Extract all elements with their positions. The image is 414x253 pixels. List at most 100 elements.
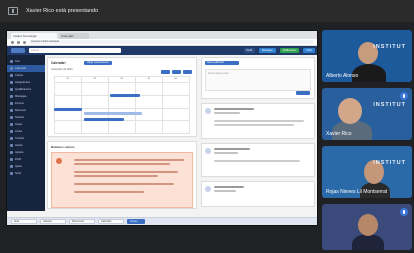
- app-header: Cercar... Perfil Missatges Notificacions…: [7, 46, 317, 55]
- calendar-cell[interactable]: [136, 121, 163, 134]
- header-button[interactable]: Perfil: [243, 48, 255, 53]
- address-bar[interactable]: campus.institut.edu/aula: [29, 40, 313, 44]
- sidebar-item-label: Ajuda: [15, 165, 22, 168]
- sidebar-item-icon: [10, 137, 13, 140]
- publish-button[interactable]: [296, 91, 310, 95]
- new-post-button[interactable]: Nova publicació: [205, 61, 239, 65]
- sidebar-item[interactable]: Inici: [7, 58, 45, 65]
- next-button[interactable]: [183, 70, 192, 74]
- presenting-label: Xavier Rico está presentando: [26, 8, 99, 14]
- sidebar-item-icon: [10, 151, 13, 154]
- calendar-cell[interactable]: [163, 121, 190, 134]
- post-textarea[interactable]: Escriu alguna cosa...: [205, 69, 311, 91]
- main-content: Calendari Afegir esdeveniment novembre d…: [47, 57, 197, 209]
- calendar-cell[interactable]: [82, 95, 109, 109]
- wall-column: Nova publicació Escriu alguna cosa...: [201, 57, 315, 209]
- app-logo: [11, 48, 25, 53]
- participant-tile[interactable]: INSTITUT Rojas Nieves Lil Montserrat: [322, 146, 412, 198]
- calendar-cell[interactable]: [55, 121, 82, 134]
- feed-text-line: [214, 112, 240, 114]
- sidebar-item[interactable]: Recursos: [7, 107, 45, 114]
- shared-screen: Institut Tecnològic Calendari campus.ins…: [6, 30, 318, 226]
- calendar-cell[interactable]: [109, 95, 136, 109]
- sidebar-item[interactable]: Tutories: [7, 135, 45, 142]
- notice-text-line: [74, 191, 144, 193]
- warning-icon: [56, 158, 62, 164]
- sidebar-item[interactable]: Sortir: [7, 170, 45, 177]
- sidebar-item[interactable]: Cursos: [7, 72, 45, 79]
- sidebar-item-icon: [10, 60, 13, 63]
- participant-tile[interactable]: INSTITUT Xavier Rico: [322, 88, 412, 140]
- calendar-cell[interactable]: [82, 83, 109, 96]
- calendar-cell[interactable]: [163, 83, 190, 96]
- sidebar-item-icon: [10, 88, 13, 91]
- taskbar-item[interactable]: Campus: [40, 219, 66, 224]
- calendar-cell[interactable]: [163, 108, 190, 122]
- sidebar-item[interactable]: Assignatures: [7, 79, 45, 86]
- calendar-cell[interactable]: [55, 83, 82, 96]
- sidebar-item-icon: [10, 67, 13, 70]
- sidebar-item[interactable]: Calendari: [7, 65, 45, 72]
- feed-text-line: [214, 160, 300, 162]
- participant-tile[interactable]: [322, 204, 412, 250]
- taskbar-item[interactable]: Correu: [127, 219, 145, 224]
- present-screen-icon: [8, 7, 18, 15]
- search-input[interactable]: Cercar...: [29, 48, 121, 53]
- avatar: [205, 186, 211, 192]
- calendar-event[interactable]: [84, 118, 124, 121]
- calendar-cell[interactable]: [82, 121, 109, 134]
- participant-video: [338, 98, 362, 124]
- participant-tile[interactable]: INSTITUT Alberto Alonso: [322, 30, 412, 82]
- sidebar-item[interactable]: Notícies: [7, 114, 45, 121]
- sidebar-item[interactable]: Avisos: [7, 142, 45, 149]
- header-button[interactable]: Missatges: [258, 48, 276, 53]
- sidebar-item[interactable]: Missatges: [7, 93, 45, 100]
- sidebar-item-label: Fòrums: [15, 102, 24, 105]
- add-event-button[interactable]: Afegir esdeveniment: [84, 61, 112, 65]
- calendar-cell[interactable]: [55, 95, 82, 109]
- prev-button[interactable]: [161, 70, 170, 74]
- notice-panel[interactable]: [51, 152, 193, 208]
- sidebar-item-icon: [10, 95, 13, 98]
- notice-text-line: [74, 175, 158, 177]
- sidebar-item-label: Avisos: [15, 144, 23, 147]
- participant-name: Rojas Nieves Lil Montserrat: [326, 189, 388, 195]
- today-button[interactable]: [172, 70, 181, 74]
- browser-tab[interactable]: Institut Tecnològic: [11, 33, 57, 39]
- sidebar-item[interactable]: Arxius: [7, 128, 45, 135]
- feed-item[interactable]: [201, 143, 315, 177]
- browser-tab[interactable]: Calendari: [59, 33, 89, 39]
- sidebar-item[interactable]: Ajustos: [7, 149, 45, 156]
- calendar-cell[interactable]: [136, 95, 163, 109]
- sidebar-item-label: Tutories: [15, 137, 25, 140]
- calendar-cell[interactable]: [109, 121, 136, 134]
- institution-wordmark: INSTITUT: [373, 160, 406, 166]
- sidebar-item[interactable]: Ajuda: [7, 163, 45, 170]
- taskbar-item[interactable]: Calendari: [98, 219, 124, 224]
- sidebar-item[interactable]: Perfil: [7, 156, 45, 163]
- calendar-cell[interactable]: [163, 95, 190, 109]
- sidebar-item[interactable]: Fòrums: [7, 100, 45, 107]
- taskbar-item[interactable]: Aula: [11, 219, 37, 224]
- feed-item[interactable]: [201, 181, 315, 207]
- avatar: [205, 148, 211, 154]
- sidebar-item-label: Ajustos: [15, 151, 24, 154]
- feed-item[interactable]: [201, 103, 315, 139]
- sidebar-item-icon: [10, 102, 13, 105]
- sidebar-item-icon: [10, 158, 13, 161]
- calendar-event[interactable]: [110, 94, 140, 97]
- sidebar-item[interactable]: Grups: [7, 121, 45, 128]
- back-icon[interactable]: [11, 40, 14, 44]
- sidebar-item[interactable]: Qualificacions: [7, 86, 45, 93]
- reload-icon[interactable]: [23, 40, 26, 44]
- calendar-cell[interactable]: [136, 83, 163, 96]
- forward-icon[interactable]: [17, 40, 20, 44]
- sidebar-item-label: Sortir: [15, 172, 22, 175]
- calendar-event[interactable]: [84, 112, 142, 115]
- feed-text-line: [214, 186, 244, 188]
- taskbar-item[interactable]: Documents: [69, 219, 95, 224]
- header-button[interactable]: Notificacions: [279, 48, 300, 53]
- calendar-event[interactable]: [54, 108, 82, 111]
- feed-text-line: [214, 124, 294, 126]
- header-button[interactable]: Sortir: [303, 48, 315, 53]
